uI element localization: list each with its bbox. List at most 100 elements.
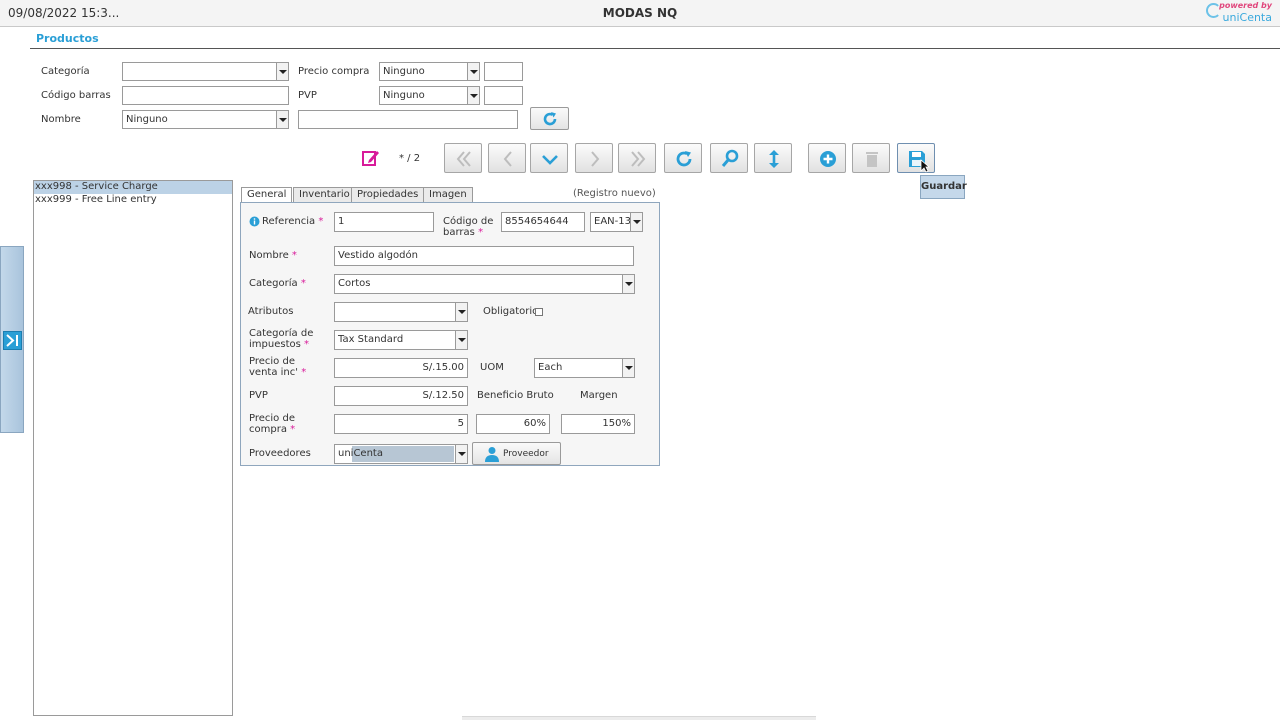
- chevron-down-icon[interactable]: [467, 87, 479, 104]
- uom-select[interactable]: Each: [534, 358, 635, 378]
- record-list-button[interactable]: [530, 143, 568, 173]
- precio-compra-label-line1: Precio de: [249, 413, 295, 424]
- search-button[interactable]: [710, 143, 748, 173]
- required-mark: *: [290, 424, 296, 435]
- precio-compra-value: 5: [457, 418, 464, 429]
- proveedores-value: uniCenta: [338, 448, 383, 459]
- save-button[interactable]: [897, 143, 935, 173]
- chevron-down-icon[interactable]: [455, 445, 467, 463]
- referencia-value: 1: [338, 216, 345, 227]
- refresh-icon: [543, 112, 557, 126]
- list-item[interactable]: xxx999 - Free Line entry: [34, 194, 232, 207]
- filter-nombre-operator-select[interactable]: Ninguno: [122, 110, 289, 129]
- beneficio-bruto-value: 60%: [523, 418, 546, 429]
- filter-pvp-label: PVP: [298, 90, 317, 101]
- precio-venta-input[interactable]: S/.15.00: [334, 358, 468, 378]
- filter-nombre-label: Nombre: [41, 114, 81, 125]
- double-chevron-left-icon: [456, 151, 471, 167]
- chevron-down-icon[interactable]: [467, 63, 479, 80]
- chevron-right-icon: [591, 151, 600, 167]
- margen-label: Margen: [580, 390, 618, 401]
- filter-precio-compra-input[interactable]: [484, 62, 523, 81]
- codigo-barras-label-line2: barras: [443, 227, 475, 238]
- proveedor-button[interactable]: Proveedor: [472, 442, 561, 465]
- codigo-barras-input[interactable]: 8554654644: [501, 212, 585, 232]
- barcode-type-select[interactable]: EAN-13: [590, 212, 643, 232]
- previous-record-button[interactable]: [488, 143, 526, 173]
- beneficio-bruto-input[interactable]: 60%: [476, 414, 550, 434]
- chevron-down-icon: [542, 155, 558, 165]
- chevron-down-icon[interactable]: [455, 331, 467, 349]
- categoria-label: Categoría *: [249, 278, 306, 289]
- sidebar-toggle-handle[interactable]: [0, 246, 24, 433]
- filter-refresh-button[interactable]: [530, 107, 569, 130]
- precio-compra-input[interactable]: 5: [334, 414, 468, 434]
- tab-general[interactable]: General: [241, 187, 293, 202]
- filter-pvp-operator-value: Ninguno: [383, 90, 425, 101]
- vertical-arrows-icon: [769, 150, 779, 168]
- chevron-down-icon[interactable]: [276, 63, 288, 80]
- list-item[interactable]: xxx998 - Service Charge: [34, 181, 232, 194]
- referencia-label-text: Referencia: [262, 216, 316, 227]
- chevron-down-icon[interactable]: [276, 111, 288, 128]
- proveedor-button-label: Proveedor: [503, 449, 549, 459]
- tab-inventario[interactable]: Inventario: [293, 187, 356, 202]
- reload-button[interactable]: [664, 143, 702, 173]
- categoria-impuestos-label: Categoría de impuestos *: [249, 328, 313, 350]
- first-record-button[interactable]: [444, 143, 482, 173]
- uom-label: UOM: [480, 362, 504, 373]
- chevron-left-icon: [503, 151, 512, 167]
- nombre-value: Vestido algodón: [338, 250, 418, 261]
- pvp-value: S/.12.50: [422, 390, 464, 401]
- product-list[interactable]: xxx998 - Service Charge xxx999 - Free Li…: [33, 180, 233, 716]
- precio-compra-label-line2: compra: [249, 424, 287, 435]
- tab-propiedades[interactable]: Propiedades: [351, 187, 425, 202]
- sort-button[interactable]: [754, 143, 792, 173]
- last-record-button[interactable]: [618, 143, 656, 173]
- margen-input[interactable]: 150%: [561, 414, 635, 434]
- precio-compra-label: Precio de compra *: [249, 413, 295, 435]
- atributos-select[interactable]: [334, 302, 468, 322]
- nombre-label-text: Nombre: [249, 250, 289, 261]
- categoria-label-text: Categoría: [249, 278, 298, 289]
- horizontal-scrollbar[interactable]: [462, 716, 816, 720]
- precio-venta-label-line2: venta inc': [249, 367, 298, 378]
- categoria-value: Cortos: [338, 278, 371, 289]
- categoria-select[interactable]: Cortos: [334, 274, 635, 294]
- referencia-input[interactable]: 1: [334, 212, 434, 232]
- refresh-icon: [676, 151, 692, 167]
- categoria-impuestos-select[interactable]: Tax Standard: [334, 330, 468, 350]
- trash-icon: [866, 152, 878, 167]
- proveedores-select[interactable]: uniCenta: [334, 444, 468, 464]
- filter-precio-compra-operator-select[interactable]: Ninguno: [379, 62, 480, 81]
- filter-codigo-barras-label: Código barras: [41, 90, 111, 101]
- atributos-label: Atributos: [248, 306, 294, 317]
- filter-codigo-barras-input[interactable]: [122, 86, 289, 105]
- section-divider: [30, 48, 1280, 49]
- filter-nombre-operator-value: Ninguno: [126, 114, 168, 125]
- expand-sidebar-icon[interactable]: [3, 331, 22, 350]
- chevron-down-icon[interactable]: [630, 213, 642, 231]
- new-record-button[interactable]: [808, 143, 846, 173]
- next-record-button[interactable]: [575, 143, 613, 173]
- filter-nombre-input[interactable]: [298, 110, 518, 129]
- required-mark: *: [301, 367, 307, 378]
- chevron-down-icon[interactable]: [622, 359, 634, 377]
- pvp-input[interactable]: S/.12.50: [334, 386, 468, 406]
- tab-imagen[interactable]: Imagen: [423, 187, 473, 202]
- beneficio-bruto-label: Beneficio Bruto: [477, 390, 554, 401]
- precio-venta-value: S/.15.00: [422, 362, 464, 373]
- filter-pvp-operator-select[interactable]: Ninguno: [379, 86, 480, 105]
- search-icon: [721, 149, 739, 167]
- filter-precio-compra-operator-value: Ninguno: [383, 66, 425, 77]
- chevron-down-icon[interactable]: [622, 275, 634, 293]
- obligatorio-checkbox[interactable]: [535, 308, 543, 316]
- delete-record-button[interactable]: [852, 143, 890, 173]
- obligatorio-label: Obligatorio: [483, 306, 539, 317]
- nombre-input[interactable]: Vestido algodón: [334, 246, 634, 266]
- codigo-barras-label: Código de barras *: [443, 216, 493, 238]
- margen-value: 150%: [602, 418, 631, 429]
- filter-pvp-input[interactable]: [484, 86, 523, 105]
- chevron-down-icon[interactable]: [455, 303, 467, 321]
- filter-categoria-select[interactable]: [122, 62, 289, 81]
